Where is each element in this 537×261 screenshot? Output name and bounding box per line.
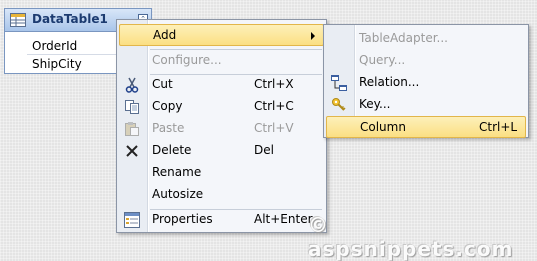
submenu-item-tableadapter[interactable]: TableAdapter... [326, 28, 526, 50]
menu-item-label: Rename [152, 165, 202, 179]
menu-item-copy[interactable]: Copy Ctrl+C [119, 96, 324, 118]
menu-item-shortcut: Del [254, 143, 274, 157]
properties-icon [124, 212, 140, 228]
menu-item-paste[interactable]: Paste Ctrl+V [119, 118, 324, 140]
submenu-item-key[interactable]: Key... [326, 94, 526, 116]
menu-item-rename[interactable]: Rename [119, 162, 324, 184]
menu-item-label: Column [360, 120, 406, 134]
key-icon [332, 98, 346, 111]
menu-item-properties[interactable]: Properties Alt+Enter [119, 209, 324, 231]
submenu-arrow-icon [311, 32, 315, 40]
menu-item-label: Key... [359, 97, 391, 111]
menu-item-label: Configure... [152, 53, 222, 67]
menu-item-add[interactable]: Add [119, 24, 324, 46]
menu-item-shortcut: Ctrl+X [254, 77, 294, 91]
menu-item-label: Paste [152, 121, 185, 135]
scissors-icon [125, 77, 139, 93]
menu-item-label: Copy [152, 99, 183, 113]
menu-item-shortcut: Alt+Enter [254, 212, 313, 226]
menu-item-label: Cut [152, 77, 173, 91]
menu-item-shortcut: Ctrl+L [479, 120, 518, 134]
menu-item-label: Properties [152, 212, 213, 226]
menu-item-delete[interactable]: Delete Del [119, 140, 324, 162]
menu-item-cut[interactable]: Cut Ctrl+X [119, 74, 324, 96]
menu-item-autosize[interactable]: Autosize [119, 184, 324, 206]
paste-icon [125, 122, 139, 136]
submenu-item-column[interactable]: Column Ctrl+L [326, 116, 526, 138]
menu-item-configure[interactable]: Configure... [119, 50, 324, 72]
submenu-item-query[interactable]: Query... [326, 50, 526, 72]
relation-icon [331, 75, 347, 91]
menu-item-label: TableAdapter... [359, 31, 448, 45]
menu-item-label: Query... [359, 53, 406, 67]
datatable-title: DataTable1 [32, 12, 108, 26]
table-icon [10, 13, 26, 27]
menu-item-label: Autosize [152, 187, 204, 201]
delete-x-icon [126, 145, 138, 157]
add-submenu: TableAdapter... Query... Relation... Key… [323, 24, 529, 138]
menu-item-shortcut: Ctrl+C [254, 99, 294, 113]
submenu-item-relation[interactable]: Relation... [326, 72, 526, 94]
context-menu: Add Configure... Cut Ctrl+X Copy Ctrl+C [116, 19, 327, 233]
menu-item-label: Relation... [359, 75, 420, 89]
menu-item-shortcut: Ctrl+V [254, 121, 294, 135]
menu-item-label: Delete [152, 143, 192, 157]
copy-icon [125, 100, 139, 114]
menu-item-label: Add [153, 28, 177, 42]
watermark-text: © aspsnippets.com [308, 213, 514, 261]
